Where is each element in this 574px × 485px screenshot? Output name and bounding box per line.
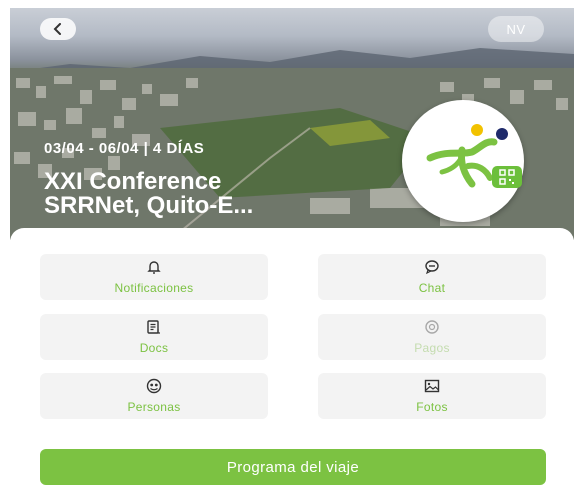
event-dates: 03/04 - 06/04 | 4 DÍAS: [44, 140, 205, 157]
coin-icon: [422, 319, 442, 335]
event-title-line-2: SRRNet, Quito-E...: [44, 192, 254, 219]
payments-label: Pagos: [414, 341, 450, 355]
organization-logo-icon: [426, 124, 508, 188]
back-button[interactable]: [40, 18, 76, 40]
people-tile[interactable]: Personas: [40, 373, 268, 419]
language-button[interactable]: NV: [488, 16, 544, 42]
event-logo: [402, 100, 524, 222]
chevron-left-icon: [53, 23, 61, 35]
qr-code-icon: [499, 169, 515, 185]
qr-code-button[interactable]: [492, 166, 522, 188]
payments-tile[interactable]: Pagos: [318, 314, 546, 360]
photos-tile[interactable]: Fotos: [318, 373, 546, 419]
chat-label: Chat: [418, 281, 446, 295]
chat-bubble-icon: [422, 259, 442, 275]
notifications-tile[interactable]: Notificaciones: [40, 254, 268, 300]
docs-tile[interactable]: Docs: [40, 314, 268, 360]
people-label: Personas: [127, 400, 181, 414]
chat-tile[interactable]: Chat: [318, 254, 546, 300]
bell-icon: [144, 259, 164, 275]
document-icon: [144, 319, 164, 335]
docs-label: Docs: [139, 341, 169, 355]
people-icon: [144, 378, 164, 394]
notifications-label: Notificaciones: [114, 281, 194, 295]
photos-label: Fotos: [416, 400, 448, 414]
event-title-line-1: XXI Conference: [44, 168, 222, 195]
event-title: XXI Conference SRRNet, Quito-E...: [44, 170, 364, 218]
image-icon: [422, 378, 442, 394]
